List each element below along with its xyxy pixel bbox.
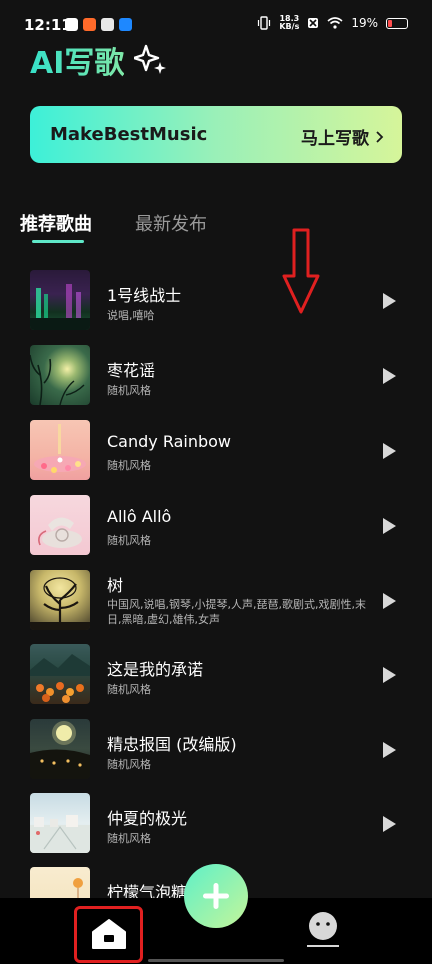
song-cover bbox=[30, 719, 90, 779]
song-cover bbox=[30, 345, 90, 405]
battery-percent: 19% bbox=[351, 16, 378, 30]
alipay-notification-icon bbox=[119, 18, 132, 31]
gesture-bar bbox=[148, 959, 284, 962]
play-icon[interactable] bbox=[380, 367, 398, 385]
app-notification-icon bbox=[101, 18, 114, 31]
song-row[interactable]: 仲夏的极光 随机风格 bbox=[0, 793, 432, 857]
no-sim-icon bbox=[308, 18, 319, 28]
play-icon[interactable] bbox=[380, 517, 398, 535]
song-title: 这是我的承诺 bbox=[107, 660, 204, 679]
song-row[interactable]: Allô Allô 随机风格 bbox=[0, 495, 432, 559]
write-song-button[interactable]: 马上写歌 bbox=[301, 124, 384, 149]
song-row[interactable]: 精忠报国 (改编版) 随机风格 bbox=[0, 719, 432, 783]
song-row[interactable]: 1号线战士 说唱,嘻哈 bbox=[0, 270, 432, 334]
network-speed: 18.3 KB/s bbox=[279, 15, 299, 31]
song-tags: 说唱,嘻哈 bbox=[107, 309, 155, 322]
song-tags: 随机风格 bbox=[107, 832, 151, 845]
play-icon[interactable] bbox=[380, 592, 398, 610]
song-title: 精忠报国 (改编版) bbox=[107, 735, 237, 754]
notification-icons bbox=[65, 18, 132, 31]
write-song-label: 马上写歌 bbox=[301, 129, 369, 149]
status-right: 18.3 KB/s 19% bbox=[257, 15, 408, 31]
song-tags: 随机风格 bbox=[107, 683, 151, 696]
network-speed-unit: KB/s bbox=[279, 22, 300, 31]
song-row[interactable]: 这是我的承诺 随机风格 bbox=[0, 644, 432, 708]
song-tags: 随机风格 bbox=[107, 384, 151, 397]
play-icon[interactable] bbox=[380, 741, 398, 759]
wifi-icon bbox=[327, 17, 343, 29]
song-cover bbox=[30, 644, 90, 704]
tab-latest[interactable]: 最新发布 bbox=[135, 210, 207, 236]
tab-recommended[interactable]: 推荐歌曲 bbox=[20, 210, 92, 236]
song-title: Candy Rainbow bbox=[107, 432, 232, 451]
play-icon[interactable] bbox=[380, 292, 398, 310]
play-icon[interactable] bbox=[380, 666, 398, 684]
song-cover bbox=[30, 793, 90, 853]
song-title: Allô Allô bbox=[107, 507, 172, 526]
chevron-right-icon bbox=[376, 130, 384, 143]
profile-icon[interactable] bbox=[305, 908, 341, 948]
song-tags: 随机风格 bbox=[107, 758, 151, 771]
battery-icon bbox=[386, 17, 408, 29]
song-cover bbox=[30, 570, 90, 630]
song-title: 枣花谣 bbox=[107, 361, 156, 380]
song-tags: 随机风格 bbox=[107, 534, 151, 547]
song-title: 树 bbox=[107, 576, 124, 595]
sparkle-icon bbox=[134, 44, 166, 74]
song-cover bbox=[30, 270, 90, 330]
app-screen: 12:11 18.3 KB/s 19% AI写歌 MakeBestMusic 马… bbox=[0, 0, 432, 964]
taobao-notification-icon bbox=[83, 18, 96, 31]
tab-indicator bbox=[32, 240, 84, 243]
play-icon[interactable] bbox=[380, 815, 398, 833]
song-row[interactable]: 枣花谣 随机风格 bbox=[0, 345, 432, 409]
play-icon[interactable] bbox=[380, 442, 398, 460]
song-cover bbox=[30, 420, 90, 480]
mail-notification-icon bbox=[65, 18, 78, 31]
song-title: 1号线战士 bbox=[107, 286, 182, 305]
page-title: AI写歌 bbox=[30, 38, 124, 82]
create-song-button[interactable] bbox=[184, 864, 248, 928]
scroll-down-arrow-annotation bbox=[282, 228, 320, 314]
make-music-banner[interactable]: MakeBestMusic 马上写歌 bbox=[30, 106, 402, 163]
song-tags: 随机风格 bbox=[107, 459, 151, 472]
song-title: 仲夏的极光 bbox=[107, 809, 188, 828]
banner-brand: MakeBestMusic bbox=[50, 124, 208, 145]
song-row[interactable]: 树 中国风,说唱,钢琴,小提琴,人声,琵琶,歌剧式,戏剧性,末日,黑暗,虚幻,雄… bbox=[0, 570, 432, 634]
song-tags: 中国风,说唱,钢琴,小提琴,人声,琵琶,歌剧式,戏剧性,末日,黑暗,虚幻,雄伟,… bbox=[107, 598, 366, 626]
song-cover bbox=[30, 495, 90, 555]
plus-icon bbox=[203, 883, 229, 909]
home-icon[interactable] bbox=[91, 918, 127, 950]
song-row[interactable]: Candy Rainbow 随机风格 bbox=[0, 420, 432, 484]
vibrate-icon bbox=[258, 16, 271, 30]
